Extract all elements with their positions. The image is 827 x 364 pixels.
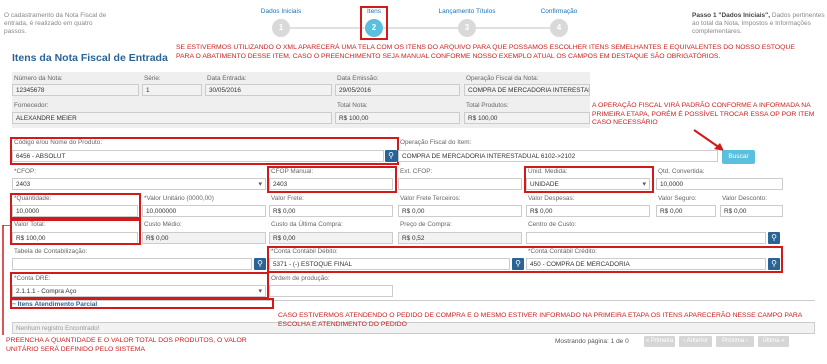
step-label: Lançamento Títulos bbox=[438, 8, 496, 15]
fornecedor-label: Fornecedor: bbox=[14, 102, 49, 109]
buscar-button[interactable]: Buscar bbox=[722, 150, 755, 164]
step-dados-iniciais[interactable]: Dados Iniciais 1 bbox=[246, 8, 316, 37]
total-produtos-label: Total Produtos: bbox=[466, 102, 509, 109]
valor-unitario-input[interactable]: 10,000000 bbox=[142, 205, 266, 217]
previous-page-button[interactable]: ‹ Anterior bbox=[679, 336, 712, 347]
step-label: Confirmação bbox=[540, 8, 578, 15]
valor-frete-terceiros-label: Valor Frete Terceiros: bbox=[400, 195, 461, 202]
tabela-contabilizacao-label: Tabela de Contabilização: bbox=[14, 248, 88, 255]
serie-label: Série: bbox=[144, 75, 161, 82]
highlight-step-itens bbox=[360, 6, 388, 40]
highlight-cfop-manual bbox=[267, 166, 397, 193]
ext-cfop-input[interactable] bbox=[398, 178, 522, 190]
tabela-contabilizacao-input[interactable] bbox=[12, 258, 252, 270]
total-nota-field: R$ 100,00 bbox=[335, 112, 460, 124]
annotation-xml: SE ESTIVERMOS UTILIZANDO O XML APARECERÁ… bbox=[176, 44, 795, 60]
centro-custo-input[interactable] bbox=[526, 232, 766, 244]
annotation-operacao: A OPERAÇÃO FISCAL VIRÁ PADRÃO CONFORME A… bbox=[592, 102, 815, 126]
last-page-button[interactable]: Última » bbox=[758, 336, 789, 347]
step-confirmacao[interactable]: Confirmação 4 bbox=[524, 8, 594, 37]
tabela-contabilizacao-search-button[interactable]: ⚲ bbox=[254, 258, 266, 270]
valor-frete-terceiros-input[interactable]: R$ 0,00 bbox=[398, 205, 522, 217]
connector-line bbox=[2, 225, 10, 335]
next-page-button[interactable]: Próxima › bbox=[716, 336, 754, 347]
cfop-select[interactable]: 2403 bbox=[12, 178, 266, 190]
total-produtos-field: R$ 100,00 bbox=[464, 112, 590, 124]
preco-compra-label: Preço de Compra: bbox=[400, 221, 452, 228]
ext-cfop-label: Ext. CFOP: bbox=[400, 168, 433, 175]
custo-ultima-compra-field: R$ 0,00 bbox=[269, 232, 393, 244]
cfop-label: *CFOP: bbox=[14, 168, 37, 175]
highlight-atendimento bbox=[10, 298, 274, 309]
highlight-quantidade bbox=[10, 193, 141, 219]
step-description-title: Passo 1 "Dados Iniciais", bbox=[692, 12, 771, 19]
custo-medio-field: R$ 0,00 bbox=[142, 232, 266, 244]
ordem-producao-label: Ordem de produção: bbox=[271, 275, 330, 282]
ordem-producao-input[interactable] bbox=[269, 285, 393, 297]
valor-frete-label: Valor Frete: bbox=[271, 195, 304, 202]
centro-custo-search-button[interactable]: ⚲ bbox=[768, 232, 780, 244]
qtd-convertida-input[interactable]: 10,0000 bbox=[656, 178, 783, 190]
valor-frete-input[interactable]: R$ 0,00 bbox=[269, 205, 393, 217]
highlight-contas bbox=[267, 246, 783, 273]
search-icon: ⚲ bbox=[257, 259, 263, 268]
qtd-convertida-label: Qtd. Convertida: bbox=[658, 168, 705, 175]
custo-medio-label: Custo Médio: bbox=[144, 221, 182, 228]
total-nota-label: Total Nota: bbox=[337, 102, 368, 109]
valor-seguro-label: Valor Seguro: bbox=[658, 195, 697, 202]
step-label: Dados Iniciais bbox=[260, 8, 302, 15]
highlight-conta-dre bbox=[10, 272, 269, 299]
valor-desconto-label: Valor Desconto: bbox=[722, 195, 767, 202]
operacao-nota-label: Operação Fiscal da Nota: bbox=[466, 75, 539, 82]
step-lancamento-titulos[interactable]: Lançamento Títulos 3 bbox=[432, 8, 502, 37]
step-number: 1 bbox=[272, 19, 290, 37]
centro-custo-label: Centro de Custo: bbox=[528, 221, 577, 228]
valor-desconto-input[interactable]: R$ 0,00 bbox=[720, 205, 783, 217]
valor-despesas-input[interactable]: R$ 0,00 bbox=[526, 205, 650, 217]
step-number: 4 bbox=[550, 19, 568, 37]
step-number: 3 bbox=[458, 19, 476, 37]
highlight-produto bbox=[10, 137, 399, 165]
operacao-nota-field: COMPRA DE MERCADORIA INTERESTADUAL 6102-… bbox=[464, 84, 590, 96]
valor-unitario-label: *Valor Unitário (0000,00) bbox=[144, 195, 214, 202]
serie-field: 1 bbox=[142, 84, 202, 96]
highlight-unid-medida bbox=[524, 166, 654, 193]
data-entrada-field: 30/05/2016 bbox=[205, 84, 332, 96]
numero-field: 12345678 bbox=[12, 84, 139, 96]
first-page-button[interactable]: « Primeira bbox=[644, 336, 675, 347]
valor-despesas-label: Valor Despesas: bbox=[528, 195, 575, 202]
page-title: Itens da Nota Fiscal de Entrada bbox=[12, 52, 168, 64]
operacao-item-label: Operação Fiscal do Item: bbox=[400, 139, 472, 146]
search-icon: ⚲ bbox=[771, 233, 777, 242]
fornecedor-field: ALEXANDRE MEIER bbox=[12, 112, 332, 124]
pagination-info: Mostrando página: 1 de 0 bbox=[555, 338, 629, 345]
numero-label: Número da Nota: bbox=[14, 75, 63, 82]
operacao-item-input[interactable]: COMPRA DE MERCADORIA INTERESTADUAL 6102-… bbox=[398, 150, 718, 162]
annotation-quantidade: PREENCHA A QUANTIDADE E O VALOR TOTAL DO… bbox=[6, 337, 247, 353]
step-description: Passo 1 "Dados Iniciais", Dados pertinen… bbox=[692, 12, 826, 36]
preco-compra-field: R$ 0,52 bbox=[398, 232, 522, 244]
data-emissao-label: Data Emissão: bbox=[337, 75, 379, 82]
custo-ultima-compra-label: Custo da Última Compra: bbox=[271, 221, 343, 228]
annotation-pedido: CASO ESTIVERMOS ATENDENDO O PEDIDO DE CO… bbox=[278, 312, 802, 328]
data-emissao-field: 29/05/2016 bbox=[335, 84, 460, 96]
steps-line bbox=[280, 27, 560, 29]
wizard-description: O cadastramento da Nota Fiscal de entrad… bbox=[4, 12, 107, 35]
valor-seguro-input[interactable]: R$ 0,00 bbox=[656, 205, 716, 217]
data-entrada-label: Data Entrada: bbox=[207, 75, 247, 82]
highlight-valor-total bbox=[10, 219, 141, 245]
